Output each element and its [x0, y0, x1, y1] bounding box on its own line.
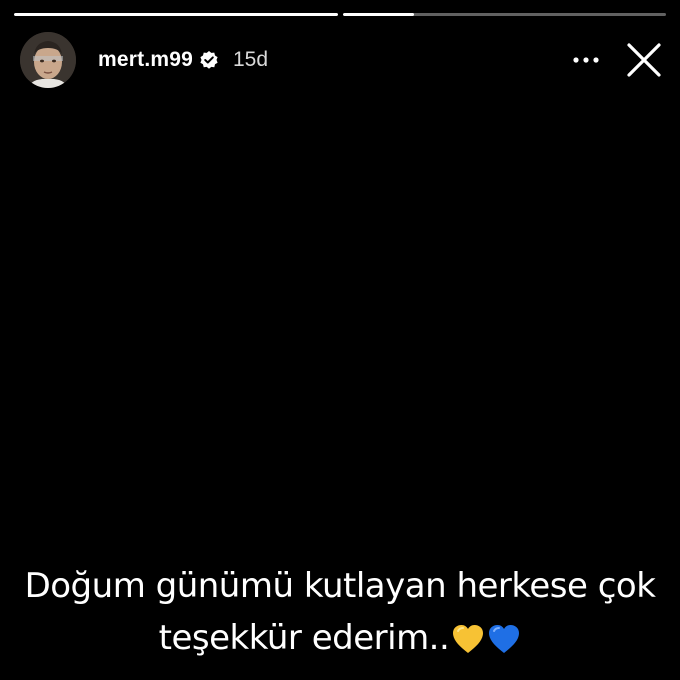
more-horizontal-icon [573, 57, 599, 63]
caption-line-1: Doğum günümü kutlayan herkese çok [24, 566, 656, 606]
more-options-button[interactable] [568, 45, 604, 75]
close-button[interactable] [624, 40, 664, 80]
avatar[interactable] [20, 32, 76, 88]
yellow-heart-icon [451, 618, 485, 653]
progress-fill-2 [342, 13, 414, 16]
caption-line-2: teşekkür ederim.. [0, 612, 680, 664]
story-progress-bars [14, 13, 666, 16]
close-icon [627, 43, 661, 77]
story-header: mert.m99 15d [20, 32, 664, 88]
blue-heart-icon [487, 618, 521, 653]
caption-line-2-text: teşekkür ederim.. [158, 618, 450, 658]
avatar-image [20, 32, 76, 88]
username[interactable]: mert.m99 [98, 48, 193, 72]
story-caption: Doğum günümü kutlayan herkese çok teşekk… [0, 560, 680, 664]
verified-badge-icon [199, 50, 219, 70]
progress-fill-1 [14, 13, 338, 16]
post-time: 15d [232, 48, 269, 71]
progress-segment-2 [342, 13, 666, 16]
progress-segment-1 [14, 13, 338, 16]
